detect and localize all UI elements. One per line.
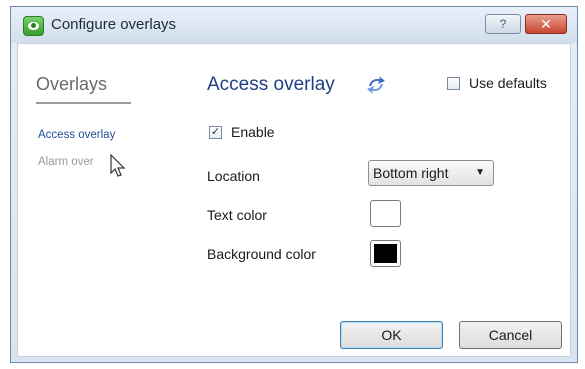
cancel-button[interactable]: Cancel [459,321,562,349]
enable-checkbox[interactable]: ✓ [209,126,222,139]
sidebar-heading-underline [36,102,131,104]
use-defaults-checkbox[interactable] [447,77,460,90]
title-bar[interactable]: Configure overlays ? ✕ [11,7,577,43]
location-dropdown[interactable]: Bottom right ▼ [368,160,494,186]
eye-app-icon [23,16,44,36]
window-title: Configure overlays [51,16,177,33]
close-button[interactable]: ✕ [525,14,567,34]
help-button[interactable]: ? [485,14,521,34]
location-value: Bottom right [373,165,449,181]
sidebar-item-alarm-overlay[interactable]: Alarm over [38,156,94,168]
sidebar-heading: Overlays [36,74,108,94]
use-defaults-label: Use defaults [469,75,547,91]
mouse-pointer-icon [110,154,126,177]
sidebar-item-access-overlay[interactable]: Access overlay [38,129,115,141]
refresh-arrows-icon[interactable] [365,74,387,96]
dialog-body: Overlays Access overlay Alarm over Acces… [17,43,571,357]
text-color-label: Text color [207,207,267,223]
configure-overlays-dialog: Configure overlays ? ✕ Overlays Access o… [10,6,578,363]
eye-pupil [31,23,36,28]
ok-button[interactable]: OK [340,321,443,349]
location-label: Location [207,168,260,184]
background-color-fill [374,244,397,263]
dropdown-arrow-icon: ▼ [475,167,485,178]
background-color-label: Background color [207,246,316,262]
enable-label: Enable [231,124,275,140]
background-color-swatch[interactable] [370,240,401,267]
overlay-title: Access overlay [207,74,335,95]
text-color-swatch[interactable] [370,200,401,227]
